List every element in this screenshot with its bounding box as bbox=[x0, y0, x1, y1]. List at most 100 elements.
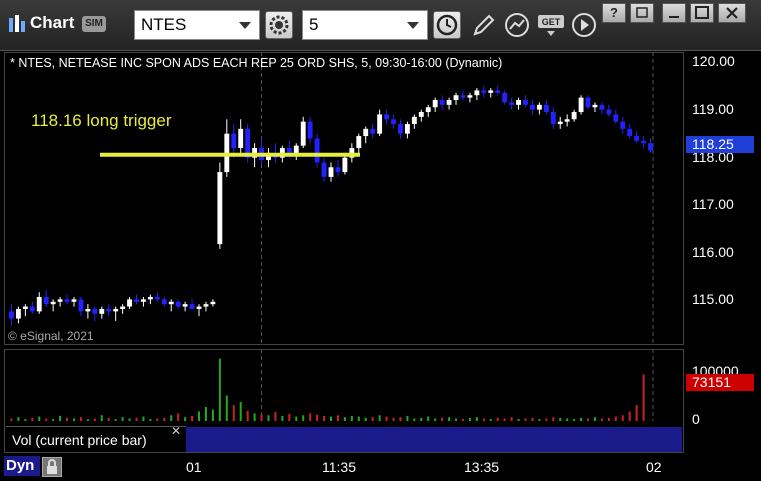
price-chart[interactable] bbox=[4, 52, 684, 345]
copyright: © eSignal, 2021 bbox=[8, 329, 94, 343]
symbol-input[interactable]: NTES bbox=[134, 10, 260, 40]
maximize-button[interactable] bbox=[690, 3, 714, 23]
candle-body bbox=[460, 95, 466, 98]
time-template-button[interactable] bbox=[433, 11, 461, 39]
candle-body bbox=[550, 112, 556, 125]
candle-body bbox=[293, 145, 299, 153]
price-axis-label: 117.00 bbox=[692, 196, 734, 212]
candle-body bbox=[50, 301, 56, 305]
price-axis[interactable]: 120.00 119.00 118.00 117.00 116.00 115.0… bbox=[684, 52, 757, 453]
candle-body bbox=[509, 102, 515, 105]
candle-body bbox=[453, 95, 459, 101]
candle-body bbox=[85, 308, 91, 312]
play-icon[interactable] bbox=[570, 11, 598, 39]
candle-body bbox=[217, 172, 223, 245]
candle-body bbox=[196, 306, 202, 309]
candle-body bbox=[557, 121, 563, 125]
settings-button[interactable] bbox=[265, 11, 293, 39]
symbol-value: NTES bbox=[141, 15, 187, 34]
candle-body bbox=[439, 100, 445, 105]
candle-body bbox=[384, 114, 390, 120]
time-label: 02 bbox=[646, 459, 662, 475]
candle-body bbox=[641, 140, 647, 144]
candle-body bbox=[599, 104, 605, 110]
candle-body bbox=[231, 133, 237, 149]
volume-chart[interactable] bbox=[4, 349, 684, 425]
close-study-icon[interactable]: ✕ bbox=[171, 424, 181, 438]
close-button[interactable] bbox=[718, 3, 746, 23]
volume-study-label[interactable]: Vol (current price bar) bbox=[6, 426, 186, 452]
candle-body bbox=[391, 119, 396, 125]
candle-body bbox=[523, 100, 528, 105]
candle-body bbox=[370, 128, 376, 134]
candle-body bbox=[648, 143, 653, 151]
candle-body bbox=[571, 112, 577, 120]
candle-body bbox=[377, 114, 383, 134]
candle-body bbox=[182, 304, 188, 307]
time-label: 13:35 bbox=[464, 459, 500, 475]
candle-body bbox=[543, 104, 549, 113]
candle-body bbox=[536, 104, 542, 110]
candle-body bbox=[127, 299, 132, 307]
restore-button[interactable] bbox=[630, 3, 654, 23]
candle-body bbox=[606, 109, 612, 115]
candle-body bbox=[356, 136, 362, 149]
dynamic-mode-button[interactable]: Dyn bbox=[4, 456, 40, 476]
candle-body bbox=[64, 299, 70, 302]
minimize-button[interactable] bbox=[662, 3, 686, 23]
candle-body bbox=[321, 162, 327, 177]
current-volume-tag: 73151 bbox=[686, 374, 754, 391]
sim-badge: SIM bbox=[82, 16, 106, 32]
candle-body bbox=[43, 296, 49, 305]
interval-input[interactable]: 5 bbox=[302, 10, 428, 40]
candle-body bbox=[9, 311, 14, 319]
candle-body bbox=[106, 308, 112, 312]
chevron-down-icon[interactable] bbox=[239, 22, 251, 29]
candle-body bbox=[78, 299, 84, 312]
get-icon[interactable]: GET bbox=[536, 10, 566, 40]
candle-body bbox=[363, 128, 369, 137]
price-axis-label: 119.00 bbox=[692, 101, 734, 117]
candle-body bbox=[189, 304, 195, 309]
candle-body bbox=[134, 299, 139, 302]
candle-body bbox=[36, 296, 42, 312]
lock-glyph bbox=[47, 459, 57, 474]
chart-app-icon bbox=[9, 15, 25, 32]
candle-body bbox=[92, 308, 98, 314]
study-icon[interactable] bbox=[503, 11, 531, 39]
symbol-description: * NTES, NETEASE INC SPON ADS EACH REP 25… bbox=[10, 56, 503, 70]
pencil-icon[interactable] bbox=[470, 11, 498, 39]
lock-icon[interactable] bbox=[42, 457, 62, 477]
candle-body bbox=[175, 301, 181, 307]
trigger-annotation[interactable]: 118.16 long trigger bbox=[31, 111, 172, 131]
candle-body bbox=[398, 124, 403, 134]
chevron-down-icon[interactable] bbox=[407, 22, 419, 29]
clock-icon bbox=[436, 14, 458, 36]
candle-body bbox=[418, 112, 424, 117]
price-axis-label: 115.00 bbox=[692, 291, 734, 307]
candle-body bbox=[154, 296, 160, 300]
candle-body bbox=[161, 299, 167, 305]
candle-body bbox=[29, 306, 35, 312]
time-label: 11:35 bbox=[322, 459, 356, 475]
price-axis-label: 116.00 bbox=[692, 244, 734, 260]
candle-body bbox=[585, 97, 591, 108]
candle-body bbox=[634, 136, 640, 141]
candle-body bbox=[592, 104, 598, 108]
candle-body bbox=[432, 100, 438, 108]
candle-body bbox=[411, 116, 417, 125]
app-title: Chart bbox=[30, 13, 75, 32]
help-button[interactable]: ? bbox=[602, 3, 626, 23]
maximize-icon bbox=[695, 6, 709, 19]
candle-body bbox=[620, 121, 626, 129]
candle-body bbox=[113, 308, 119, 312]
candle-body bbox=[57, 299, 63, 302]
settings-icon bbox=[269, 15, 289, 35]
candle-body bbox=[467, 95, 473, 98]
candle-body bbox=[342, 157, 348, 173]
candle-body bbox=[335, 167, 341, 173]
time-axis[interactable]: 01 11:35 13:35 02 bbox=[0, 455, 761, 480]
minimize-icon bbox=[669, 16, 679, 18]
candle-body bbox=[446, 100, 452, 105]
svg-text:GET: GET bbox=[542, 17, 561, 27]
